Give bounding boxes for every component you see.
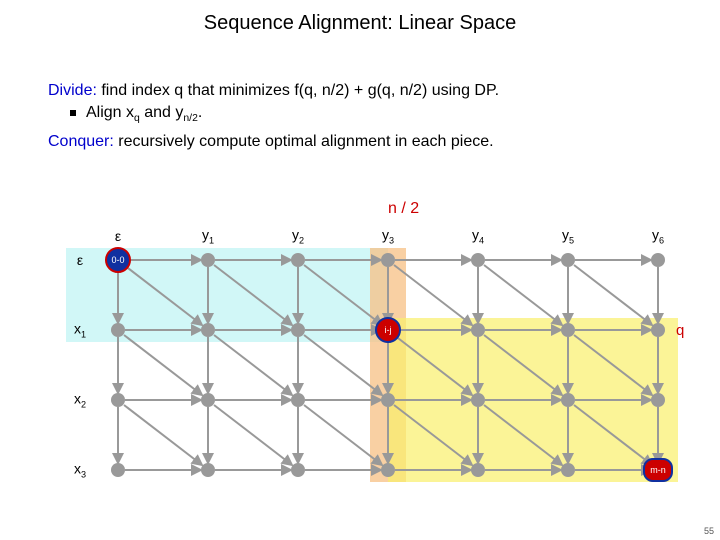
grid-node (111, 393, 125, 407)
q-label: q (676, 322, 684, 339)
grid-node (201, 463, 215, 477)
align-mid: and y (140, 104, 184, 121)
grid-node (561, 323, 575, 337)
grid-node (201, 253, 215, 267)
row-label: x2 (74, 391, 86, 410)
node-0-0: 0-0 (105, 247, 131, 273)
col-label: y3 (382, 227, 394, 246)
row-eps-label: ε (77, 252, 83, 268)
dp-grid-diagram: n / 2 (48, 200, 678, 520)
grid-edges (48, 200, 678, 520)
grid-node (471, 393, 485, 407)
row-label: x1 (74, 321, 86, 340)
grid-node (201, 393, 215, 407)
col-label: y5 (562, 227, 574, 246)
grid-node (561, 253, 575, 267)
align-sub2: n/2 (183, 114, 197, 125)
col-label: y4 (472, 227, 484, 246)
grid-node (291, 323, 305, 337)
grid-node (561, 393, 575, 407)
page-number: 55 (704, 526, 714, 536)
page-title: Sequence Alignment: Linear Space (0, 0, 720, 35)
grid-node (381, 463, 395, 477)
grid-node (471, 323, 485, 337)
conquer-keyword: Conquer: (48, 133, 114, 150)
grid-node (651, 253, 665, 267)
grid-node (291, 463, 305, 477)
grid-node (471, 253, 485, 267)
grid-node (291, 393, 305, 407)
grid-node (471, 463, 485, 477)
bullet-icon (70, 110, 76, 116)
divide-rest: find index q that minimizes f(q, n/2) + … (97, 82, 499, 99)
grid-node (651, 323, 665, 337)
grid-node (291, 253, 305, 267)
grid-node (381, 393, 395, 407)
conquer-line: Conquer: recursively compute optimal ali… (48, 131, 499, 153)
grid-node (651, 393, 665, 407)
col-label: y6 (652, 227, 664, 246)
row-label: x3 (74, 461, 86, 480)
align-post: . (198, 104, 202, 121)
grid-node (561, 463, 575, 477)
align-pre: Align x (86, 104, 134, 121)
node-i-j: i-j (375, 317, 401, 343)
grid-node (201, 323, 215, 337)
conquer-rest: recursively compute optimal alignment in… (114, 133, 494, 150)
body-text: Divide: find index q that minimizes f(q,… (48, 80, 499, 153)
col-label: y2 (292, 227, 304, 246)
divide-line: Divide: find index q that minimizes f(q,… (48, 80, 499, 102)
align-line: Align xq and yn/2. (48, 102, 499, 131)
col-label: y1 (202, 227, 214, 246)
grid-node (111, 463, 125, 477)
col-eps-label: ε (115, 228, 121, 244)
grid-node (111, 323, 125, 337)
grid-node (381, 253, 395, 267)
divide-keyword: Divide: (48, 82, 97, 99)
node-m-n: m-n (643, 458, 673, 482)
